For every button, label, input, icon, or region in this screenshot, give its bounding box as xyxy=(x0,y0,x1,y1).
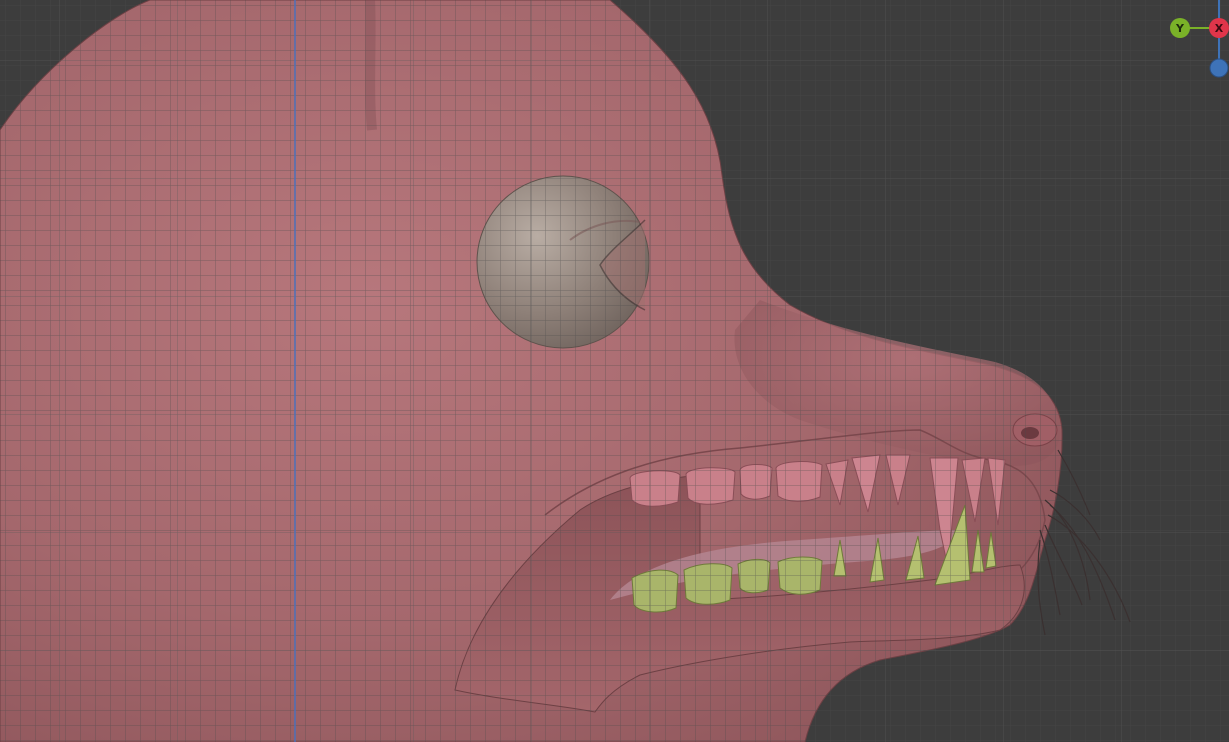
x-axis-label: X xyxy=(1215,22,1224,35)
y-axis-label: Y xyxy=(1175,22,1185,35)
3d-viewport[interactable]: Y X xyxy=(0,0,1229,742)
x-axis-handle[interactable]: X xyxy=(1209,18,1229,38)
y-axis-handle[interactable]: Y xyxy=(1170,18,1190,38)
navigation-gizmo[interactable]: Y X xyxy=(1160,0,1229,90)
viewport-canvas[interactable] xyxy=(0,0,1229,742)
z-axis-handle[interactable] xyxy=(1209,58,1229,78)
